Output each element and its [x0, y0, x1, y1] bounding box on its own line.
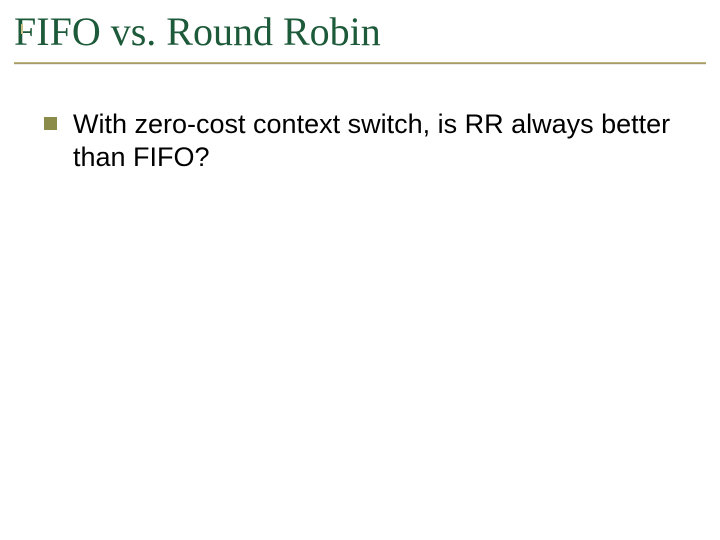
- bullet-text: With zero-cost context switch, is RR alw…: [73, 108, 680, 174]
- slide: FIFO vs. Round Robin With zero-cost cont…: [0, 0, 720, 540]
- title-rule: [14, 62, 706, 64]
- list-item: With zero-cost context switch, is RR alw…: [44, 108, 680, 174]
- title-rule-line: [14, 62, 706, 64]
- body-area: With zero-cost context switch, is RR alw…: [44, 108, 680, 174]
- square-bullet-icon: [44, 117, 57, 130]
- title-area: FIFO vs. Round Robin: [14, 10, 706, 64]
- slide-title: FIFO vs. Round Robin: [14, 10, 706, 60]
- title-rule-stem: [21, 24, 23, 34]
